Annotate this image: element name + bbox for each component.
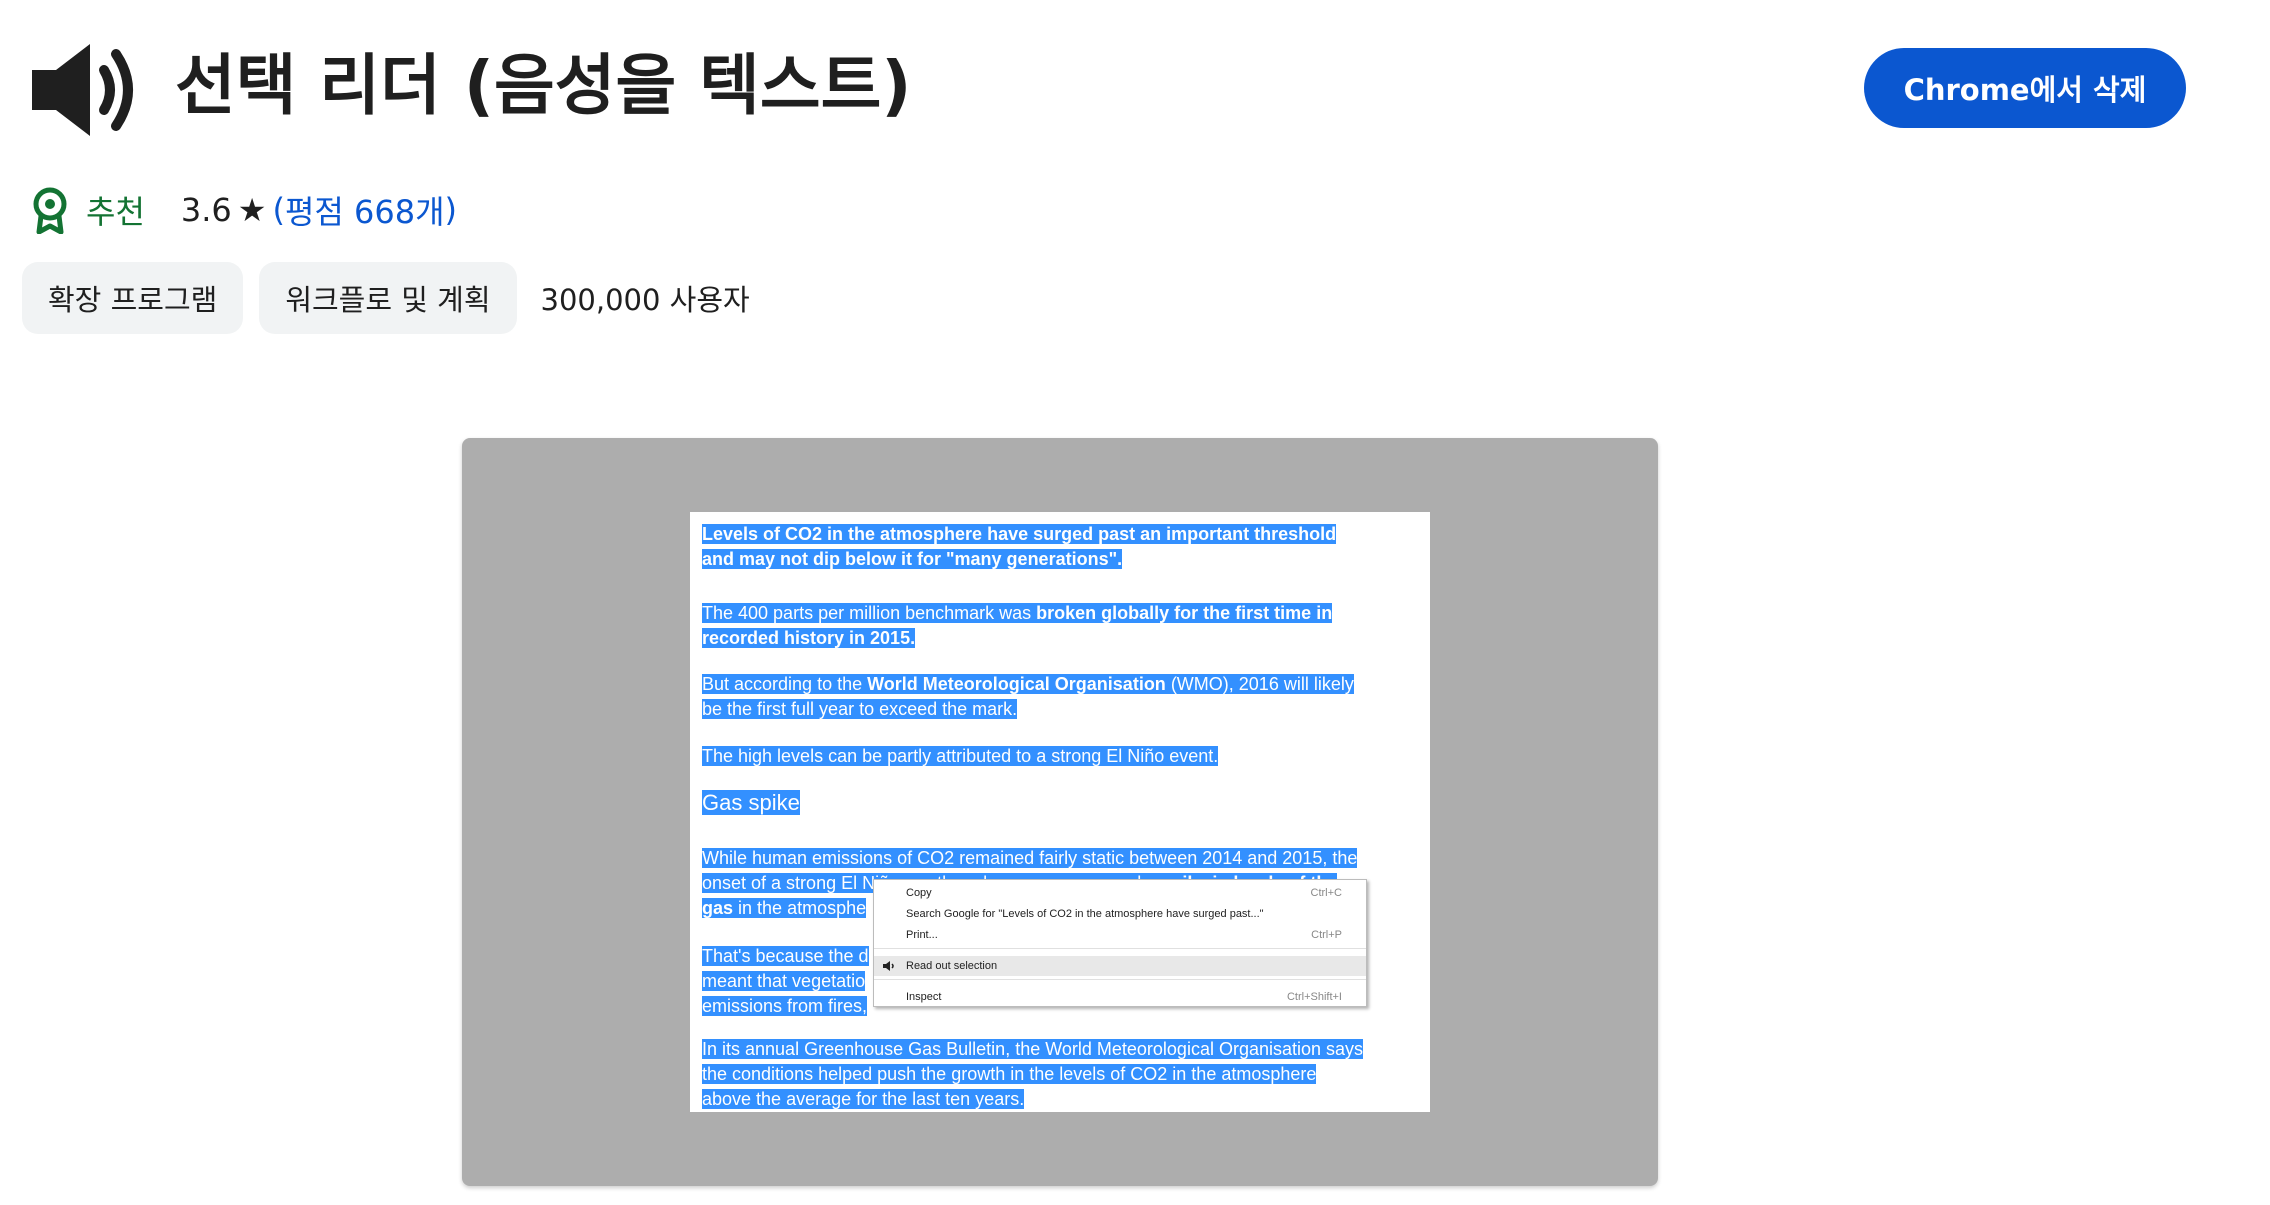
- menu-item-label: Inspect: [906, 991, 942, 1003]
- selected-line: be the first full year to exceed the mar…: [702, 699, 1018, 719]
- plain-text: The high levels can be partly attributed…: [702, 746, 1219, 766]
- paren-close: ): [444, 191, 458, 229]
- bold-text: gas: [702, 898, 734, 918]
- selected-line: and may not dip below it for "many gener…: [702, 549, 1123, 569]
- extension-title: 선택 리더 (음성을 텍스트): [175, 47, 912, 124]
- bold-text: Levels of CO2 in the atmosphere have sur…: [702, 524, 1337, 544]
- selected-line: But according to the World Meteorologica…: [702, 674, 1354, 694]
- selected-line: That's because the d: [702, 946, 869, 966]
- remove-from-chrome-button[interactable]: Chrome에서 삭제: [1864, 48, 2186, 128]
- selected-line: recorded history in 2015.: [702, 628, 916, 648]
- selected-line: The 400 parts per million benchmark was …: [702, 603, 1333, 623]
- plain-text: But according to the: [702, 674, 868, 694]
- menu-separator: [874, 979, 1366, 980]
- chip-workflow-planning[interactable]: 워크플로 및 계획: [259, 262, 517, 334]
- screenshot-paragraph: The 400 parts per million benchmark was …: [702, 601, 1422, 651]
- screenshot-paragraph: In its annual Greenhouse Gas Bulletin, t…: [702, 1037, 1422, 1112]
- users-count: 300,000 사용자: [540, 283, 750, 317]
- plain-text: The 400 parts per million benchmark was: [702, 603, 1037, 623]
- bold-text: and may not dip below it for "many gener…: [702, 549, 1123, 569]
- menu-item-label: Search Google for "Levels of CO2 in the …: [906, 908, 1264, 920]
- rating-value: 3.6: [180, 191, 232, 229]
- chip-extension[interactable]: 확장 프로그램: [22, 262, 244, 334]
- bold-text: recorded history in 2015.: [702, 628, 916, 648]
- context-menu-item[interactable]: Search Google for "Levels of CO2 in the …: [874, 904, 1366, 924]
- featured-label: 추천: [86, 193, 145, 231]
- speaker-icon: [32, 44, 133, 136]
- plain-text: (WMO), 2016 will likely: [1165, 674, 1354, 694]
- screenshot-carousel: Levels of CO2 in the atmosphere have sur…: [462, 438, 1658, 1186]
- menu-separator: [874, 948, 1366, 949]
- context-menu-item[interactable]: Inspect Ctrl+Shift+I: [874, 987, 1366, 1007]
- bold-text: World Meteorological Organisation: [867, 674, 1166, 694]
- context-menu-item[interactable]: Print... Ctrl+P: [874, 925, 1366, 945]
- selected-line: The high levels can be partly attributed…: [702, 746, 1219, 766]
- menu-item-shortcut: Ctrl+C: [1310, 887, 1342, 899]
- context-menu-item[interactable]: Copy Ctrl+C: [874, 883, 1366, 903]
- star-icon: ★: [237, 191, 267, 229]
- plain-text: In its annual Greenhouse Gas Bulletin, t…: [702, 1039, 1364, 1059]
- plain-text: While human emissions of CO2 remained fa…: [702, 848, 1358, 868]
- speaker-icon: [883, 961, 894, 971]
- menu-item-shortcut: Ctrl+P: [1311, 929, 1342, 941]
- selected-line: While human emissions of CO2 remained fa…: [702, 848, 1358, 868]
- screenshot-heading: Gas spike: [702, 788, 1422, 818]
- rating-row: 추천 3.6 ★ ( 평점 668개 ): [30, 182, 457, 238]
- plain-text: the conditions helped push the growth in…: [702, 1064, 1317, 1084]
- menu-item-shortcut: Ctrl+Shift+I: [1286, 991, 1342, 1003]
- screenshot-document: Levels of CO2 in the atmosphere have sur…: [690, 512, 1430, 1112]
- menu-item-label: Read out selection: [906, 960, 998, 972]
- plain-text: meant that vegetatio: [702, 971, 866, 991]
- screenshot-paragraph: Levels of CO2 in the atmosphere have sur…: [702, 522, 1422, 572]
- category-chips: 확장 프로그램 워크플로 및 계획 300,000 사용자: [22, 262, 750, 334]
- selected-line: In its annual Greenhouse Gas Bulletin, t…: [702, 1039, 1364, 1059]
- menu-item-label: Copy: [906, 887, 932, 899]
- selected-line: meant that vegetatio: [702, 971, 866, 991]
- screenshot-paragraph: But according to the World Meteorologica…: [702, 672, 1422, 722]
- extension-header: 선택 리더 (음성을 텍스트) Chrome에서 삭제 추천 3.6 ★ ( 평…: [0, 0, 2270, 420]
- selected-line: gas in the atmosphe: [702, 898, 867, 918]
- plain-text: above the average for the last ten years…: [702, 1089, 1025, 1109]
- context-menu-item[interactable]: Read out selection: [874, 956, 1366, 976]
- featured-badge-icon: [33, 187, 67, 234]
- plain-text: That's because the d: [702, 946, 869, 966]
- screenshot-paragraph: The high levels can be partly attributed…: [702, 744, 1422, 769]
- bold-text: broken globally for the first time in: [1036, 603, 1333, 623]
- paren-open: (: [272, 191, 285, 229]
- plain-text: emissions from fires,: [702, 996, 868, 1016]
- context-menu: Copy Ctrl+C Search Google for "Levels of C…: [873, 879, 1367, 1007]
- plain-text: in the atmosphe: [733, 898, 867, 918]
- plain-text: be the first full year to exceed the mar…: [702, 699, 1018, 719]
- selected-line: emissions from fires,: [702, 996, 868, 1016]
- selected-line: above the average for the last ten years…: [702, 1089, 1025, 1109]
- selected-line: the conditions helped push the growth in…: [702, 1064, 1317, 1084]
- heading-text: Gas spike: [702, 790, 800, 815]
- menu-item-label: Print...: [906, 929, 938, 941]
- selected-line: Levels of CO2 in the atmosphere have sur…: [702, 524, 1337, 544]
- ratings-count-link[interactable]: 평점 668개: [285, 187, 445, 233]
